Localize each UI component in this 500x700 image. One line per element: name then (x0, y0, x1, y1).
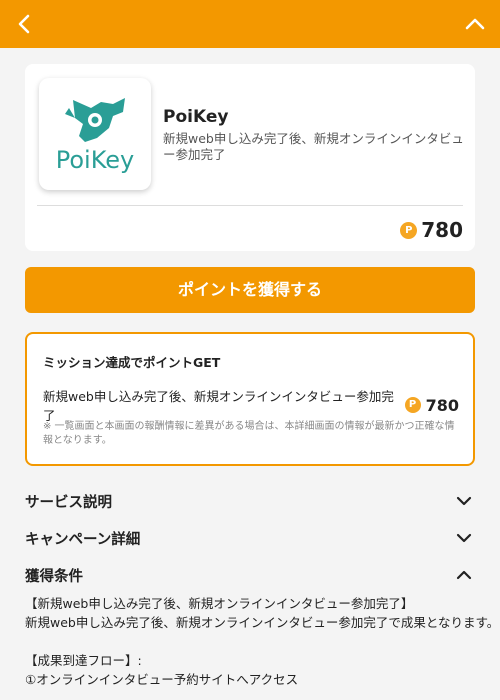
section-service[interactable]: サービス説明 (25, 488, 475, 514)
section-conditions[interactable]: 獲得条件 (25, 562, 475, 588)
app-description: 新規web申し込み完了後、新規オンラインインタビュー参加完了 (163, 131, 464, 162)
conditions-line: 【成果到達フロー】: (25, 653, 142, 668)
point-coin-icon: P (400, 221, 418, 239)
section-service-title: サービス説明 (25, 495, 112, 511)
collapse-button[interactable] (462, 12, 488, 36)
point-coin-icon: P (404, 397, 421, 413)
chevron-left-icon (18, 14, 30, 34)
app-points: P 780 (400, 217, 463, 243)
app-logo: PoiKey (39, 78, 151, 190)
chevron-down-icon (456, 496, 472, 506)
get-points-button[interactable]: ポイントを獲得する (25, 267, 475, 313)
conditions-line: 新規web申し込み完了後、新規オンラインインタビュー参加完了で成果となります。 (25, 615, 500, 630)
app-name: PoiKey (163, 107, 229, 127)
mission-points-value: 780 (425, 395, 459, 415)
app-card: PoiKey PoiKey 新規web申し込み完了後、新規オンラインインタビュー… (25, 64, 475, 251)
divider (37, 205, 463, 206)
logo-wordmark: PoiKey (55, 146, 135, 174)
conditions-body: 【新規web申し込み完了後、新規オンラインインタビュー参加完了】 新規web申し… (25, 594, 500, 689)
top-bar (0, 0, 500, 48)
chevron-up-icon (465, 18, 485, 30)
conditions-line: 【新規web申し込み完了後、新規オンラインインタビュー参加完了】 (25, 596, 414, 611)
conditions-line: ①オンラインインタビュー予約サイトへアクセス (25, 672, 299, 687)
mission-note: ※ 一覧画面と本画面の報酬情報に差異がある場合は、本詳細画面の情報が最新かつ正確… (43, 421, 455, 446)
section-conditions-title: 獲得条件 (25, 569, 83, 585)
chevron-up-icon (456, 570, 472, 580)
mission-item: 新規web申し込み完了後、新規オンラインインタビュー参加完了 P 780 (43, 386, 459, 424)
mission-item-label: 新規web申し込み完了後、新規オンラインインタビュー参加完了 (43, 389, 394, 423)
points-value: 780 (421, 218, 463, 242)
mission-box: ミッション達成でポイントGET 新規web申し込み完了後、新規オンラインインタビ… (25, 332, 475, 466)
section-campaign-title: キャンペーン詳細 (25, 532, 141, 548)
mission-item-points: P 780 (404, 395, 459, 415)
section-campaign[interactable]: キャンペーン詳細 (25, 525, 475, 551)
mission-title: ミッション達成でポイントGET (43, 355, 221, 370)
chevron-down-icon (456, 533, 472, 543)
back-button[interactable] (14, 12, 36, 36)
